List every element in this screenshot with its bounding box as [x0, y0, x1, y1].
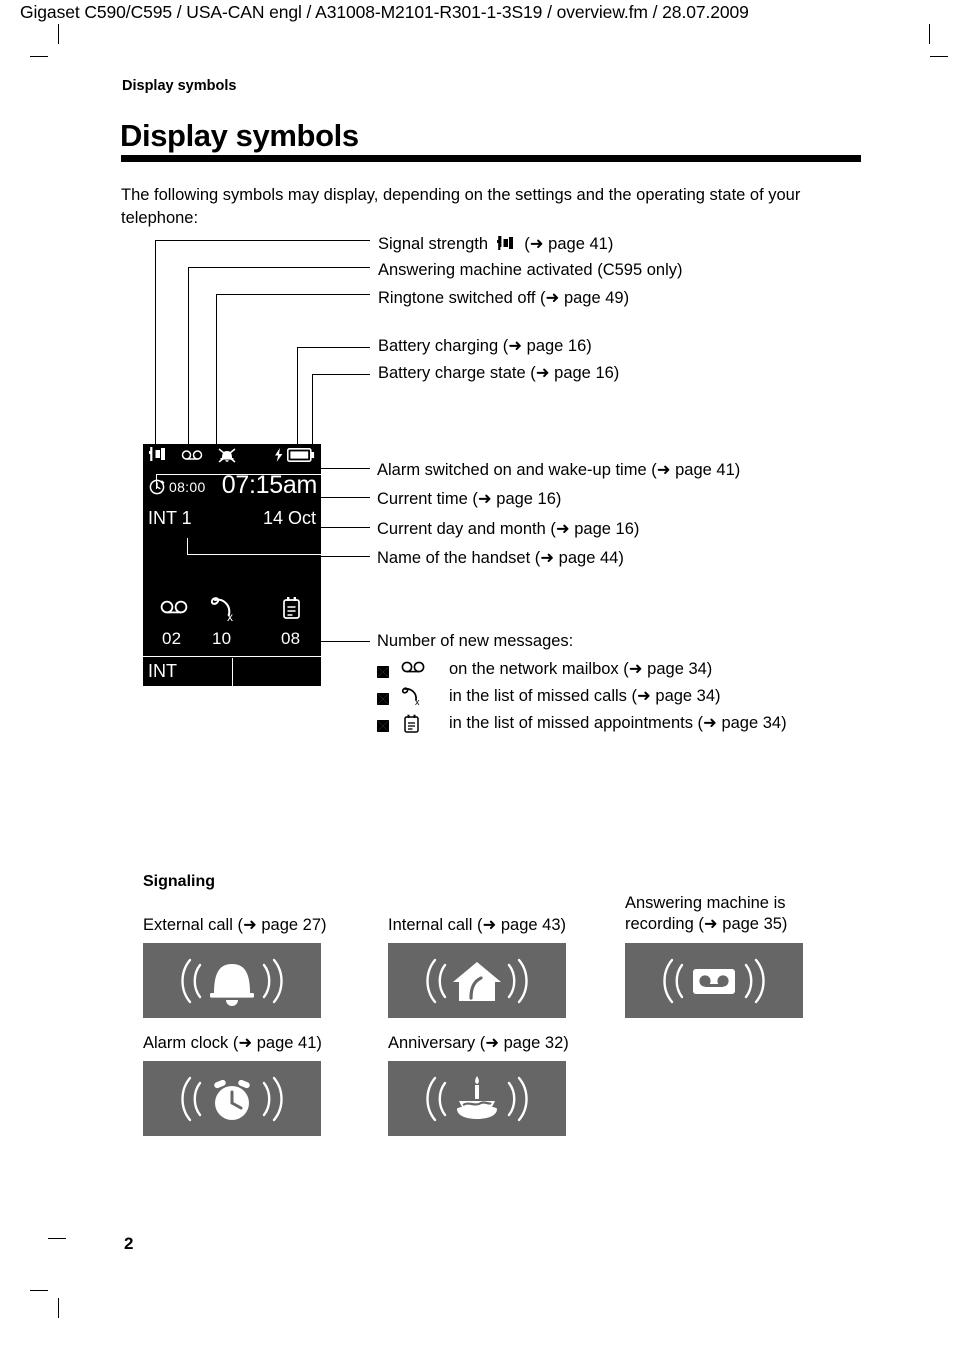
signal-bars-icon: [149, 447, 168, 462]
callout-signal-strength: Signal strength (➜ page 41): [378, 234, 613, 254]
leader-line-messages: [321, 641, 370, 642]
signaling-caption-internal-call: Internal call (➜ page 43): [388, 916, 567, 934]
section-label: Display symbols: [122, 78, 237, 94]
am-recording-caption-line2: recording (➜ page 35): [625, 915, 788, 933]
title-rule: [121, 155, 861, 162]
crop-mark-top-right-v: [929, 24, 930, 44]
signaling-tile-alarm-clock: [143, 1061, 321, 1136]
crop-mark-top-right-h: [930, 56, 948, 57]
callout-battery-charging: Battery charging (➜ page 16): [378, 337, 592, 355]
bell-ringing-icon: [143, 943, 321, 1018]
running-head: Gigaset C590/C595 / USA-CAN engl / A3100…: [20, 2, 749, 22]
missed-calls-icon: x: [401, 687, 427, 706]
callout-battery-state: Battery charge state (➜ page 16): [378, 364, 620, 382]
callout-alarm-wakeup: Alarm switched on and wake-up time (➜ pa…: [377, 461, 741, 479]
date-value: 14 Oct: [262, 508, 316, 528]
signaling-caption-anniversary: Anniversary (➜ page 32): [388, 1034, 569, 1052]
leader-line-battery-h: [312, 374, 370, 375]
tape-ringing-icon: [625, 943, 803, 1018]
signaling-caption-external-call: External call (➜ page 27): [143, 916, 327, 934]
page-number: 2: [124, 1234, 134, 1253]
crop-mark-bottom-left-h: [30, 1290, 48, 1291]
charging-bolt-icon: [274, 448, 284, 462]
signaling-tile-internal-call: [388, 943, 566, 1018]
display-status-bar: [143, 444, 321, 467]
messages-heading: Number of new messages:: [377, 632, 574, 650]
alarm-time-value: 08:00: [169, 479, 206, 495]
leader-line-ringtone-v: [216, 294, 217, 456]
list-item-label: in the list of missed appointments (➜ pa…: [449, 714, 787, 732]
list-item-label: on the network mailbox (➜ page 34): [449, 660, 713, 678]
document-page: Gigaset C590/C595 / USA-CAN engl / A3100…: [0, 0, 958, 1324]
leader-line-am-v: [188, 267, 189, 456]
network-mailbox-icon: [401, 660, 427, 675]
am-recording-caption-line1: Answering machine is: [625, 894, 786, 912]
answering-machine-icon: [181, 449, 205, 462]
bullet-diamond-icon: [377, 720, 389, 732]
ringtone-off-icon: [217, 447, 237, 464]
callout-signal-text-after: (➜ page 41): [524, 235, 614, 253]
leader-line-charging-h: [297, 347, 370, 348]
signal-bars-icon: [496, 236, 516, 251]
signaling-tile-external-call: [143, 943, 321, 1018]
leader-line-signal-h: [155, 240, 370, 241]
missed-calls-icon: x: [210, 596, 240, 622]
counter-value-mailbox: 02: [162, 629, 182, 648]
callout-ringtone-off: Ringtone switched off (➜ page 49): [378, 289, 630, 307]
leader-line-hsname: [321, 556, 370, 557]
leader-line-signal-v: [155, 240, 156, 456]
callout-handset-name: Name of the handset (➜ page 44): [377, 549, 624, 567]
leader-line-daymonth: [321, 527, 370, 528]
alarm-clock-icon: [149, 479, 165, 495]
page-title: Display symbols: [120, 118, 359, 153]
display-leader-name-v: [187, 538, 188, 555]
crop-mark-margin-h: [48, 1238, 66, 1239]
handset-display-mockup: 08:00 07:15am INT 1 14 Oct x 02 10 08 IN…: [143, 444, 321, 686]
leader-line-alarm: [321, 468, 370, 469]
crop-mark-bottom-left-v: [58, 1298, 59, 1318]
callout-answering-machine: Answering machine activated (C595 only): [378, 261, 683, 279]
svg-text:x: x: [227, 610, 233, 622]
missed-appointments-icon: [401, 714, 427, 733]
alarm-clock-ringing-icon: [143, 1061, 321, 1136]
counter-value-appointments: 08: [281, 629, 301, 648]
signaling-caption-am-recording: Answering machine is recording (➜ page 3…: [625, 893, 787, 935]
missed-appointments-icon: [281, 596, 303, 622]
cake-candle-ringing-icon: [388, 1061, 566, 1136]
bullet-diamond-icon: [377, 693, 389, 705]
bullet-diamond-icon: [377, 666, 389, 678]
callout-current-time: Current time (➜ page 16): [377, 490, 562, 508]
softkey-divider: [232, 658, 233, 686]
leader-line-am-h: [188, 267, 370, 268]
signaling-tile-am-recording: [625, 943, 803, 1018]
crop-mark-top-left-h: [30, 56, 48, 57]
leader-line-curtime: [321, 497, 370, 498]
crop-mark-top-left-v: [58, 24, 59, 44]
softkey-left-label[interactable]: INT: [148, 661, 177, 682]
current-time-value: 07:15am: [221, 471, 318, 499]
counter-value-missed-calls: 10: [212, 629, 232, 648]
house-ringing-icon: [388, 943, 566, 1018]
signaling-section-title: Signaling: [143, 873, 215, 890]
leader-line-charging-v: [297, 347, 298, 456]
signaling-tile-anniversary: [388, 1061, 566, 1136]
list-item-label: in the list of missed calls (➜ page 34): [449, 687, 721, 705]
display-message-counters: x 02 10 08: [143, 596, 321, 654]
display-time-row: 08:00 07:15am: [143, 471, 321, 507]
intro-paragraph: The following symbols may display, depen…: [121, 186, 801, 227]
display-softkey-bar: INT: [143, 656, 321, 686]
leader-line-ringtone-h: [216, 294, 370, 295]
display-name-date-row: INT 1 14 Oct: [143, 508, 321, 534]
svg-text:x: x: [415, 697, 420, 706]
handset-name-value: INT 1: [148, 508, 192, 528]
callout-signal-text-before: Signal strength: [378, 235, 489, 253]
network-mailbox-icon: [160, 599, 190, 616]
callout-current-day-month: Current day and month (➜ page 16): [377, 520, 640, 538]
signaling-caption-alarm-clock: Alarm clock (➜ page 41): [143, 1034, 322, 1052]
battery-icon: [287, 448, 315, 462]
display-leader-name-h: [187, 554, 321, 555]
